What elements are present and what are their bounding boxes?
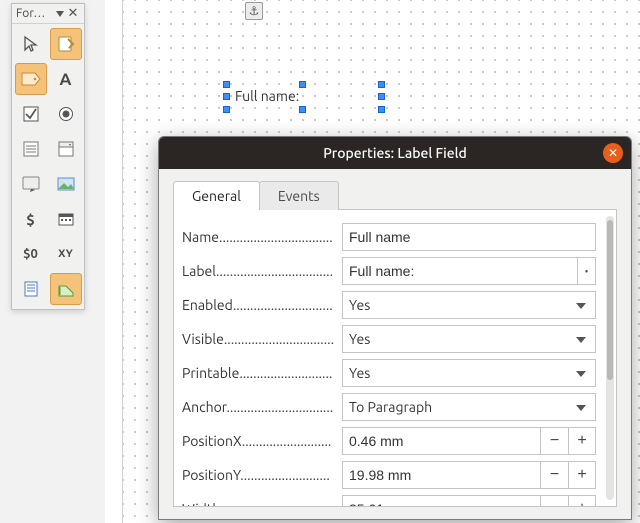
positiony-decrement[interactable]: − [540, 461, 568, 489]
combo-anchor[interactable]: To Paragraph [342, 393, 596, 421]
chevron-down-icon [576, 405, 586, 411]
image-button-tool[interactable] [50, 168, 82, 200]
spin-width: − + [540, 495, 596, 507]
date-field-tool[interactable] [50, 203, 82, 235]
label-anchor: Anchor............................... [182, 399, 342, 415]
anchor-icon[interactable]: ⚓ [245, 2, 263, 20]
resize-handle-n[interactable] [299, 81, 306, 88]
properties-dialog: Properties: Label Field ✕ General Events… [158, 136, 632, 520]
select-tool[interactable] [15, 28, 47, 60]
label-positionx: PositionX.......................... [182, 433, 342, 449]
label-printable: Printable........................... [182, 365, 342, 381]
toolbox-close-icon[interactable]: ✕ [66, 7, 80, 20]
combo-printable[interactable]: Yes [342, 359, 596, 387]
label-positiony: PositionY.......................... [182, 467, 342, 483]
dialog-form-area: Name................................. La… [173, 210, 617, 507]
row-enabled: Enabled............................. Yes [182, 288, 610, 322]
design-mode-tool[interactable] [50, 28, 82, 60]
list-box-tool[interactable] [15, 133, 47, 165]
toolbox-titlebar[interactable]: For… ✕ [12, 4, 84, 24]
dialog-titlebar[interactable]: Properties: Label Field ✕ [159, 137, 631, 169]
input-positiony[interactable] [342, 461, 540, 489]
label-ellipsis-button[interactable]: • [578, 257, 596, 285]
formatted-field-tool[interactable]: $0 [15, 238, 47, 270]
label-label: Label.................................. [182, 263, 342, 279]
option-button-tool[interactable] [50, 98, 82, 130]
resize-handle-s[interactable] [299, 106, 306, 113]
input-label[interactable] [342, 257, 578, 285]
row-printable: Printable........................... Yes [182, 356, 610, 390]
control-properties-tool[interactable] [50, 273, 82, 305]
resize-handle-e[interactable] [378, 93, 385, 100]
row-visible: Visible................................ … [182, 322, 610, 356]
width-increment[interactable]: + [568, 495, 596, 507]
form-properties-tool[interactable] [15, 273, 47, 305]
selected-label-field[interactable]: Full name: [227, 85, 381, 109]
push-button-tool[interactable] [15, 168, 47, 200]
positionx-decrement[interactable]: − [540, 427, 568, 455]
row-label: Label.................................. … [182, 254, 610, 288]
input-name[interactable] [342, 223, 596, 251]
resize-handle-se[interactable] [378, 106, 385, 113]
input-width[interactable] [342, 495, 540, 507]
label-width: Width................................. [182, 501, 342, 507]
label-name: Name................................. [182, 229, 342, 245]
positionx-increment[interactable]: + [568, 427, 596, 455]
combo-enabled[interactable]: Yes [342, 291, 596, 319]
form-controls-toolbox: For… ✕ A [11, 3, 85, 310]
scrollbar-thumb[interactable] [607, 220, 613, 380]
dialog-tabs: General Events [159, 169, 631, 210]
row-anchor: Anchor............................... To… [182, 390, 610, 424]
dialog-close-button[interactable]: ✕ [603, 143, 623, 163]
resize-handle-nw[interactable] [223, 81, 230, 88]
label-enabled: Enabled............................. [182, 297, 342, 313]
more-controls-tool[interactable]: XY [50, 238, 82, 270]
spin-positiony: − + [540, 461, 596, 489]
currency-field-tool[interactable]: $ [15, 203, 47, 235]
tab-events[interactable]: Events [259, 181, 339, 210]
row-positionx: PositionX.......................... − + [182, 424, 610, 458]
positiony-increment[interactable]: + [568, 461, 596, 489]
tab-general[interactable]: General [173, 181, 260, 210]
selected-label-text: Full name: [235, 88, 299, 104]
text-letter-tool[interactable]: A [50, 63, 82, 95]
combo-box-tool[interactable] [50, 133, 82, 165]
dialog-title: Properties: Label Field [323, 145, 467, 161]
resize-handle-ne[interactable] [378, 81, 385, 88]
combo-visible[interactable]: Yes [342, 325, 596, 353]
form-scrollbar[interactable] [606, 216, 614, 500]
resize-handle-w[interactable] [223, 93, 230, 100]
checkbox-tool[interactable] [15, 98, 47, 130]
chevron-down-icon [576, 371, 586, 377]
tabs-spacer [338, 181, 617, 210]
label-tool[interactable] [15, 63, 47, 95]
chevron-down-icon [576, 303, 586, 309]
spin-positionx: − + [540, 427, 596, 455]
label-visible: Visible................................ [182, 331, 342, 347]
row-positiony: PositionY.......................... − + [182, 458, 610, 492]
vertical-ruler [105, 0, 123, 523]
toolbox-menu-icon[interactable] [56, 11, 64, 17]
input-positionx[interactable] [342, 427, 540, 455]
resize-handle-sw[interactable] [223, 106, 230, 113]
close-icon: ✕ [608, 146, 618, 160]
chevron-down-icon [576, 337, 586, 343]
toolbox-title: For… [16, 7, 54, 20]
row-name: Name................................. [182, 220, 610, 254]
width-decrement[interactable]: − [540, 495, 568, 507]
row-width: Width................................. −… [182, 492, 610, 507]
toolbox-grid: A $ $0 XY [12, 24, 84, 309]
